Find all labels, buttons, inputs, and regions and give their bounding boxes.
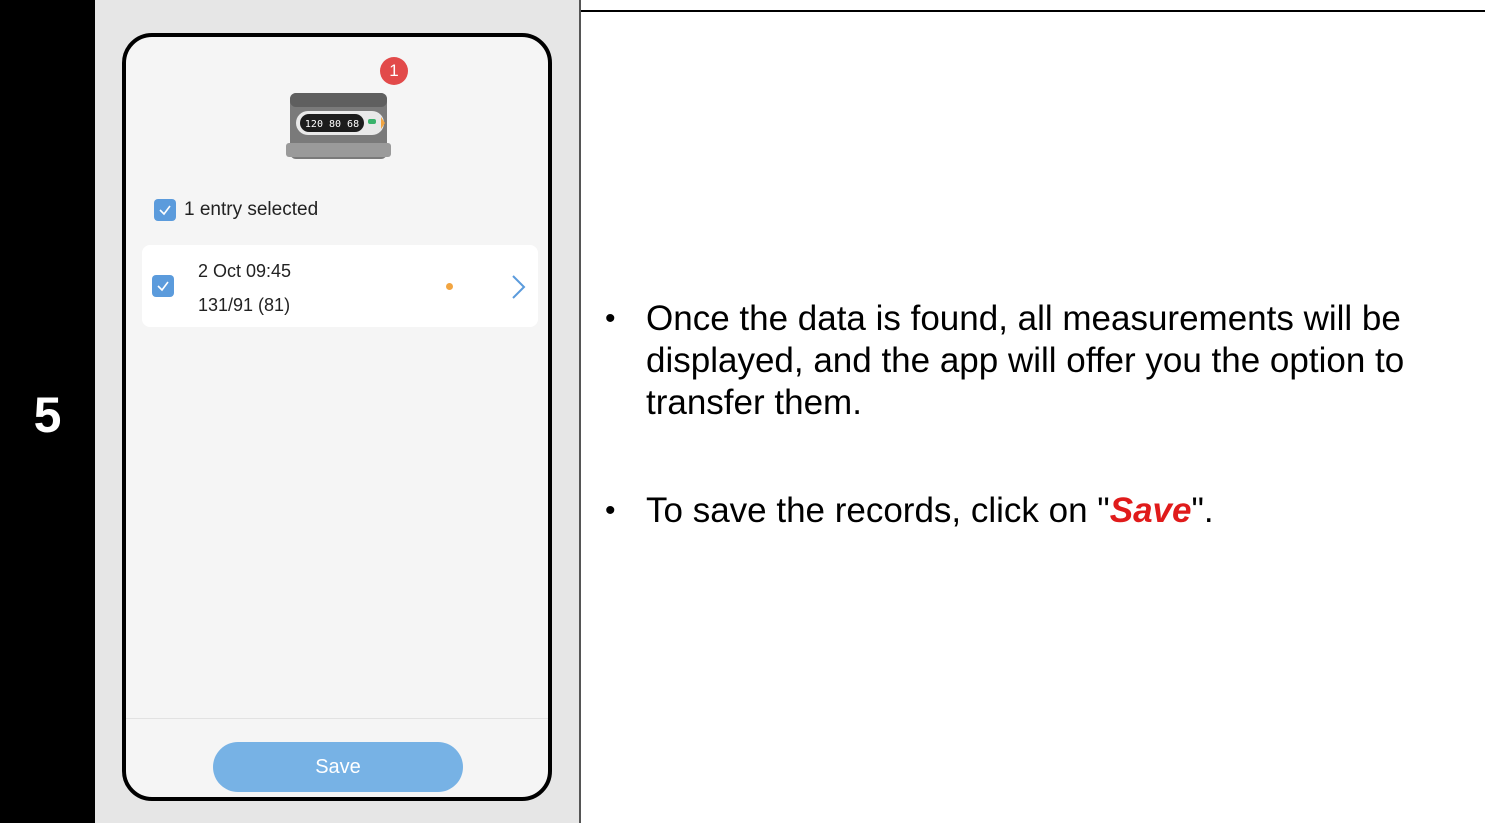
entry-checkbox[interactable] — [152, 275, 174, 297]
instruction-column: • Once the data is found, all measuremen… — [583, 12, 1485, 823]
entry-date: 2 Oct 09:45 — [198, 261, 292, 281]
measurement-entry[interactable]: 2 Oct 09:45 131/91 (81) — [142, 245, 538, 327]
check-icon — [159, 205, 171, 216]
phone-frame: 120 80 68 1 1 entry selected 2 Oct 09:45… — [122, 33, 552, 801]
instruction-bullet-2: • To save the records, click on "Save". — [605, 490, 1465, 532]
selection-label: 1 entry selected — [184, 199, 319, 220]
bullet-icon: • — [605, 494, 616, 527]
bullet-2-suffix: ". — [1191, 491, 1214, 530]
step-number: 5 — [33, 386, 62, 443]
notification-badge: 1 — [380, 57, 408, 85]
chevron-right-icon[interactable] — [508, 274, 528, 300]
save-button[interactable]: Save — [213, 742, 463, 792]
footer-divider — [126, 718, 548, 719]
bullet-icon: • — [605, 302, 616, 335]
blood-pressure-monitor-image: 120 80 68 — [286, 93, 391, 159]
select-all-row[interactable]: 1 entry selected — [154, 199, 318, 221]
instruction-bullet-1: • Once the data is found, all measuremen… — [605, 298, 1465, 424]
bullet-2-text: To save the records, click on "Save". — [646, 490, 1465, 532]
bullet-1-text: Once the data is found, all measurements… — [646, 299, 1405, 422]
device-display-text: 120 80 68 — [305, 119, 359, 130]
status-dot-icon — [446, 283, 453, 290]
entry-reading: 131/91 (81) — [198, 295, 291, 315]
step-column: 5 — [0, 0, 95, 823]
select-all-checkbox[interactable] — [154, 199, 176, 221]
save-highlight: Save — [1109, 491, 1192, 530]
check-icon — [157, 281, 169, 292]
bullet-2-prefix: To save the records, click on " — [646, 491, 1110, 530]
